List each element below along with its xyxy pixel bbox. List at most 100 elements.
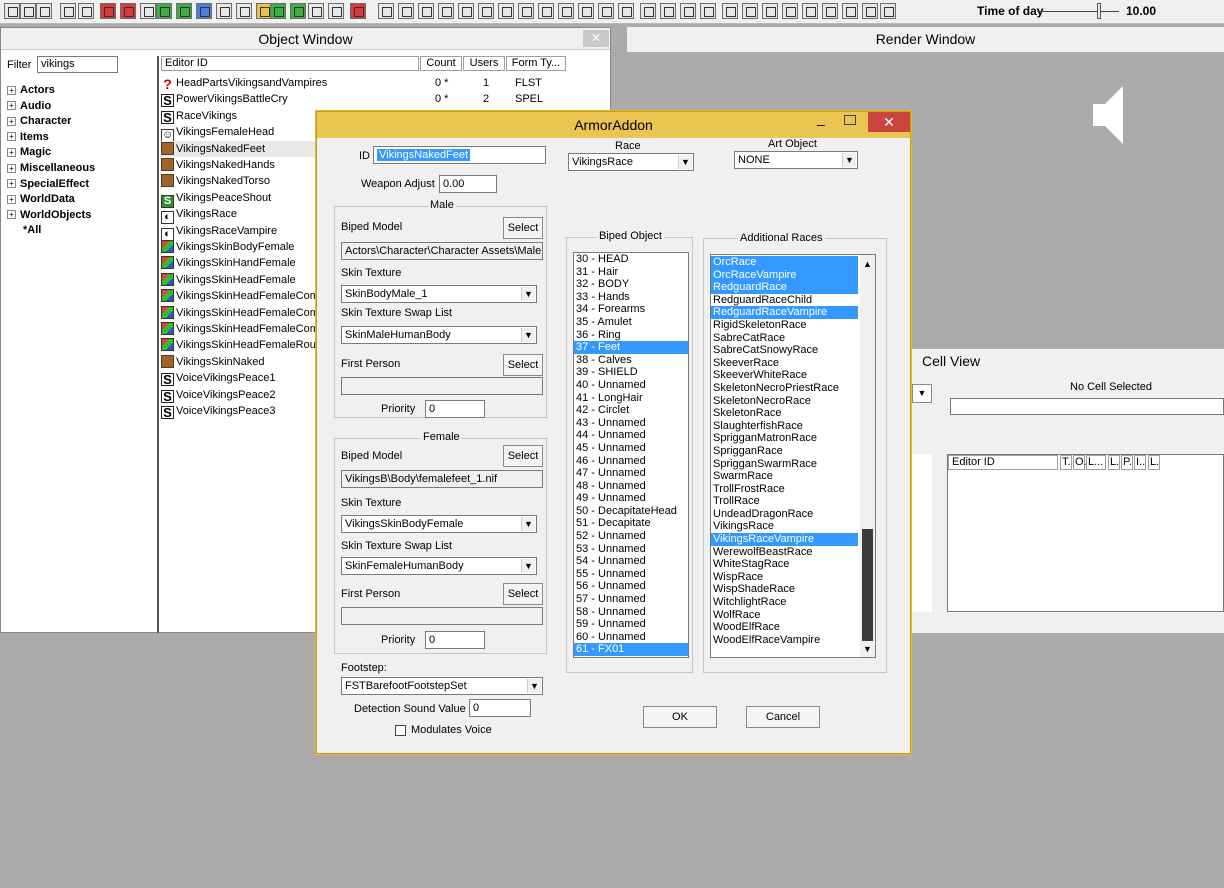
biped-object-item[interactable]: 35 - Amulet: [574, 316, 688, 329]
biped-object-item[interactable]: 48 - Unnamed: [574, 480, 688, 493]
cell-column-header[interactable]: T.: [1060, 455, 1072, 470]
additional-race-item[interactable]: RigidSkeletonRace: [711, 319, 858, 332]
additional-race-item[interactable]: TrollRace: [711, 495, 858, 508]
additional-race-item[interactable]: OrcRaceVampire: [711, 268, 858, 282]
toolbar-button-icon[interactable]: [270, 3, 286, 19]
pane-divider[interactable]: [157, 56, 159, 633]
biped-object-item[interactable]: 37 - Feet: [574, 341, 688, 354]
biped-object-item[interactable]: 36 - Ring: [574, 329, 688, 342]
additional-race-item[interactable]: RedguardRaceChild: [711, 294, 858, 307]
female-biped-model-path[interactable]: VikingsB\Body\femalefeet_1.nif: [341, 470, 543, 488]
dialog-titlebar[interactable]: ArmorAddon – ✕: [317, 112, 910, 138]
male-priority-input[interactable]: 0: [425, 400, 485, 418]
toolbar-button-icon[interactable]: [762, 3, 778, 19]
additional-race-item[interactable]: WitchlightRace: [711, 596, 858, 609]
female-skin-texture-dropdown[interactable]: VikingsSkinBodyFemale ▼: [341, 515, 537, 533]
toolbar-button-icon[interactable]: [782, 3, 798, 19]
toolbar-button-icon[interactable]: [398, 3, 414, 19]
modulates-voice-checkbox[interactable]: [395, 725, 406, 736]
object-list-row[interactable]: ? HeadPartsVikingsandVampires: [161, 75, 431, 92]
additional-race-item[interactable]: WoodElfRaceVampire: [711, 634, 858, 647]
toolbar-button-icon[interactable]: [60, 3, 76, 19]
dialog-close-button[interactable]: ✕: [868, 112, 910, 132]
additional-race-item[interactable]: WoodElfRace: [711, 621, 858, 634]
toolbar-button-icon[interactable]: [418, 3, 434, 19]
expand-icon[interactable]: +: [7, 132, 16, 142]
additional-race-item[interactable]: VikingsRace: [711, 520, 858, 533]
additional-race-item[interactable]: RedguardRaceVampire: [711, 306, 858, 319]
biped-object-item[interactable]: 59 - Unnamed: [574, 618, 688, 631]
tree-node[interactable]: + SpecialEffect: [7, 177, 89, 192]
races-scrollbar[interactable]: ▲ ▼: [860, 255, 875, 657]
tree-node[interactable]: + Audio: [7, 99, 51, 114]
expand-icon[interactable]: +: [7, 85, 16, 95]
cell-column-header[interactable]: Editor ID: [948, 455, 1058, 470]
toolbar-button-icon[interactable]: [722, 3, 738, 19]
toolbar-button-icon[interactable]: [156, 3, 172, 19]
toolbar-button-icon[interactable]: [538, 3, 554, 19]
toolbar-button-icon[interactable]: [196, 3, 212, 19]
additional-race-item[interactable]: SkeletonNecroRace: [711, 395, 858, 408]
biped-object-item[interactable]: 45 - Unnamed: [574, 442, 688, 455]
toolbar-button-icon[interactable]: [680, 3, 696, 19]
biped-object-item[interactable]: 52 - Unnamed: [574, 530, 688, 543]
biped-object-item[interactable]: 54 - Unnamed: [574, 555, 688, 568]
toolbar-button-icon[interactable]: [4, 3, 20, 19]
biped-object-item[interactable]: 61 - FX01: [574, 643, 688, 656]
toolbar-button-icon[interactable]: [478, 3, 494, 19]
time-of-day-slider[interactable]: [1037, 11, 1119, 12]
biped-object-item[interactable]: 30 - HEAD: [574, 253, 688, 266]
toolbar-button-icon[interactable]: [236, 3, 252, 19]
expand-icon[interactable]: +: [7, 163, 16, 173]
toolbar-button-icon[interactable]: [518, 3, 534, 19]
toolbar-button-icon[interactable]: [78, 3, 94, 19]
tree-node[interactable]: + Items: [7, 130, 49, 145]
toolbar-button-icon[interactable]: [700, 3, 716, 19]
biped-object-item[interactable]: 32 - BODY: [574, 278, 688, 291]
biped-object-item[interactable]: 31 - Hair: [574, 266, 688, 279]
expand-icon[interactable]: +: [7, 116, 16, 126]
race-dropdown[interactable]: VikingsRace ▼: [568, 153, 694, 171]
cell-search-input[interactable]: [950, 398, 1224, 415]
female-first-person-select-button[interactable]: Select: [503, 583, 543, 605]
scroll-up-icon[interactable]: ▲: [863, 259, 872, 269]
male-first-person-select-button[interactable]: Select: [503, 354, 543, 376]
toolbar-button-icon[interactable]: [140, 3, 156, 19]
male-swap-list-dropdown[interactable]: SkinMaleHumanBody ▼: [341, 326, 537, 344]
biped-object-item[interactable]: 49 - Unnamed: [574, 492, 688, 505]
expand-icon[interactable]: +: [7, 194, 16, 204]
tree-node[interactable]: + WorldObjects: [7, 208, 91, 223]
toolbar-button-icon[interactable]: [822, 3, 838, 19]
id-input[interactable]: VikingsNakedFeet: [373, 146, 546, 164]
toolbar-button-icon[interactable]: [558, 3, 574, 19]
tree-node[interactable]: + Miscellaneous: [7, 161, 95, 176]
toolbar-button-icon[interactable]: [498, 3, 514, 19]
female-swap-list-dropdown[interactable]: SkinFemaleHumanBody ▼: [341, 557, 537, 575]
toolbar-button-icon[interactable]: [176, 3, 192, 19]
biped-object-item[interactable]: 56 - Unnamed: [574, 580, 688, 593]
toolbar-button-icon[interactable]: [20, 3, 36, 19]
toolbar-button-icon[interactable]: [308, 3, 324, 19]
additional-race-item[interactable]: WerewolfBeastRace: [711, 546, 858, 559]
toolbar-button-icon[interactable]: [880, 3, 896, 19]
additional-race-item[interactable]: SabreCatSnowyRace: [711, 344, 858, 357]
expand-icon[interactable]: +: [7, 101, 16, 111]
biped-object-item[interactable]: 46 - Unnamed: [574, 455, 688, 468]
additional-race-item[interactable]: SlaughterfishRace: [711, 420, 858, 433]
footstep-dropdown[interactable]: FSTBarefootFootstepSet ▼: [341, 677, 543, 695]
toolbar-button-icon[interactable]: [350, 3, 366, 19]
toolbar-button-icon[interactable]: [618, 3, 634, 19]
toolbar-button-icon[interactable]: [290, 3, 306, 19]
female-biped-model-select-button[interactable]: Select: [503, 445, 543, 467]
additional-race-item[interactable]: SkeletonRace: [711, 407, 858, 420]
detection-sound-input[interactable]: 0: [469, 699, 531, 717]
art-object-dropdown[interactable]: NONE ▼: [734, 151, 858, 169]
biped-object-item[interactable]: 53 - Unnamed: [574, 543, 688, 556]
biped-object-item[interactable]: 51 - Decapitate: [574, 517, 688, 530]
additional-race-item[interactable]: SkeeverRace: [711, 357, 858, 370]
toolbar-button-icon[interactable]: [742, 3, 758, 19]
toolbar-button-icon[interactable]: [328, 3, 344, 19]
toolbar-button-icon[interactable]: [842, 3, 858, 19]
expand-icon[interactable]: +: [7, 147, 16, 157]
biped-object-item[interactable]: 50 - DecapitateHead: [574, 505, 688, 518]
